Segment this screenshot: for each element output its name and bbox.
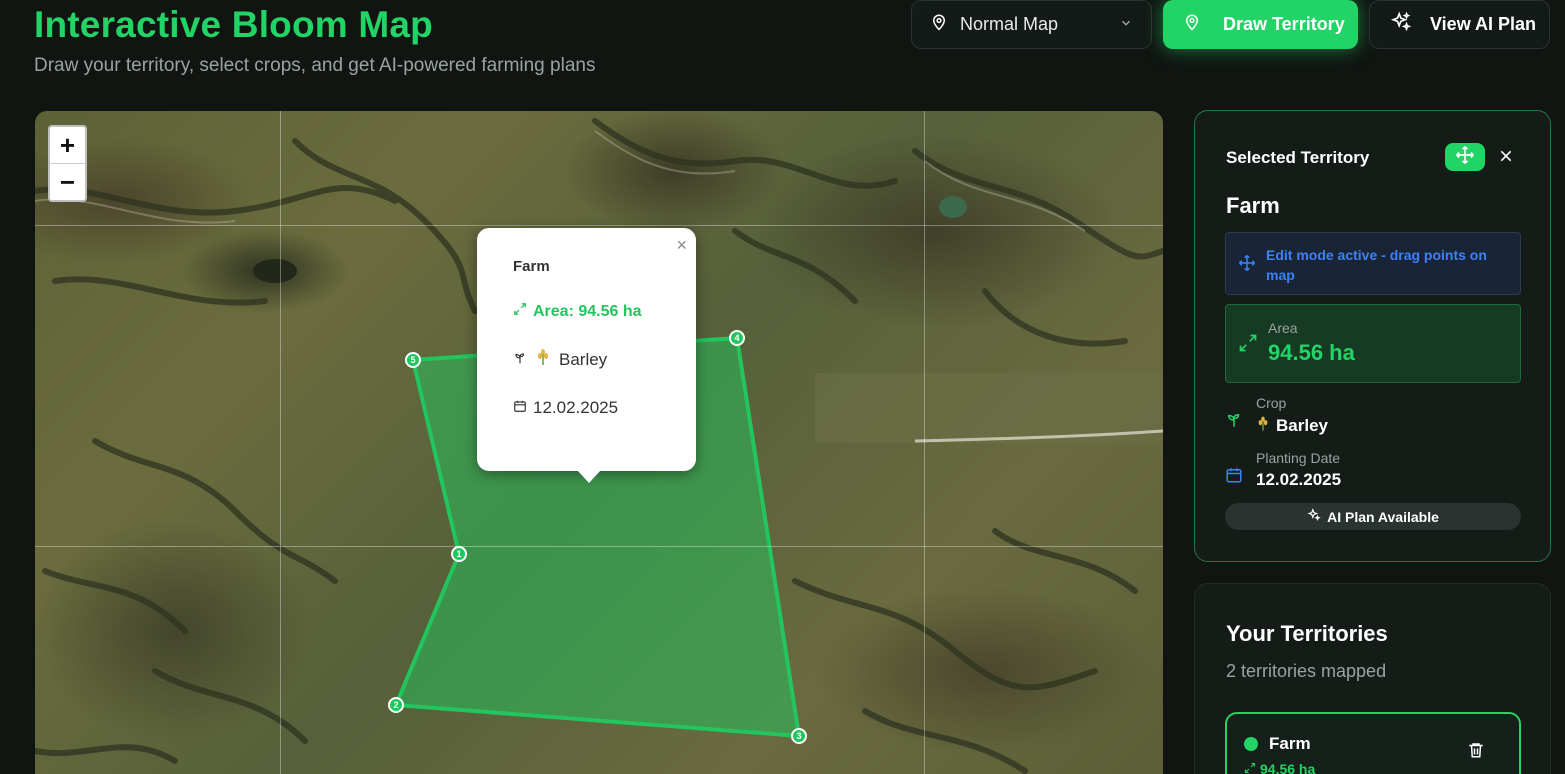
territory-popup: × Farm Area: 94.56 ha Barley 12.02.2025 — [477, 228, 696, 483]
move-icon — [1238, 254, 1256, 277]
popup-date: 12.02.2025 — [513, 398, 618, 418]
ai-plan-badge[interactable]: AI Plan Available — [1225, 503, 1521, 530]
territories-heading: Your Territories — [1226, 621, 1388, 646]
move-edit-button[interactable] — [1445, 143, 1485, 171]
map-canvas[interactable]: + − 1 2 3 4 5 × Farm Area: 94.56 ha Barl… — [35, 111, 1163, 774]
popup-territory-name: Farm — [513, 258, 550, 275]
polygon-vertex[interactable]: 5 — [405, 352, 421, 368]
polygon-vertex[interactable]: 1 — [451, 546, 467, 562]
page-title: Interactive Bloom Map — [34, 4, 433, 45]
edit-mode-text: Edit mode active - drag points on map — [1266, 247, 1487, 283]
polygon-vertex[interactable]: 2 — [388, 697, 404, 713]
map-pin-icon — [930, 12, 948, 37]
chevron-down-icon — [1119, 14, 1133, 35]
selected-territory-heading: Selected Territory — [1226, 148, 1370, 167]
map-gridline — [35, 546, 1163, 547]
area-value: 94.56 ha — [1268, 340, 1355, 365]
planting-date-info: Planting Date 12.02.2025 — [1225, 450, 1521, 496]
popup-crop-text: Barley — [559, 349, 608, 369]
sparkles-icon — [1307, 508, 1321, 525]
view-ai-plan-button[interactable]: View AI Plan — [1369, 0, 1550, 49]
calendar-icon — [1225, 466, 1243, 489]
territory-card[interactable]: Farm 94.56 ha — [1225, 712, 1521, 774]
map-gridline — [280, 111, 281, 774]
popup-area: Area: 94.56 ha — [513, 302, 642, 321]
view-ai-plan-label: View AI Plan — [1430, 14, 1537, 34]
area-label: Area — [1268, 320, 1298, 336]
territory-card-area: 94.56 ha — [1244, 761, 1315, 774]
move-icon — [1455, 145, 1475, 170]
map-gridline — [924, 111, 925, 774]
popup-crop: Barley — [513, 348, 607, 371]
barley-icon — [1256, 415, 1270, 437]
expand-icon — [1238, 333, 1258, 358]
map-type-label: Normal Map — [960, 14, 1059, 34]
popup-date-text: 12.02.2025 — [533, 398, 619, 417]
selected-territory-name: Farm — [1226, 193, 1280, 218]
polygon-vertex[interactable]: 4 — [729, 330, 745, 346]
area-card: Area 94.56 ha — [1225, 304, 1521, 383]
expand-icon — [513, 302, 527, 321]
map-type-select[interactable]: Normal Map — [911, 0, 1152, 49]
popup-area-text: Area: 94.56 ha — [533, 302, 642, 320]
expand-icon — [1244, 761, 1256, 774]
crop-label: Crop — [1256, 395, 1287, 411]
zoom-in-button[interactable]: + — [50, 127, 85, 164]
calendar-icon — [513, 398, 527, 418]
barley-icon — [535, 348, 551, 371]
edit-mode-notice: Edit mode active - drag points on map — [1225, 232, 1521, 295]
sprout-icon — [1225, 411, 1243, 434]
trash-icon[interactable] — [1467, 740, 1485, 765]
zoom-control: + − — [48, 125, 87, 202]
planting-date-value: 12.02.2025 — [1256, 470, 1342, 489]
sparkles-icon — [1390, 11, 1412, 38]
crop-value: Barley — [1256, 415, 1328, 437]
territories-count: 2 territories mapped — [1226, 661, 1387, 681]
crop-value-text: Barley — [1276, 416, 1328, 435]
map-pin-icon — [1183, 12, 1201, 37]
your-territories-panel: Your Territories 2 territories mapped Fa… — [1194, 583, 1551, 774]
popup-close-button[interactable]: × — [676, 235, 687, 256]
polygon-vertex[interactable]: 3 — [791, 728, 807, 744]
sprout-icon — [513, 350, 527, 370]
map-gridline — [35, 225, 1163, 226]
status-dot — [1244, 737, 1258, 751]
ai-plan-text: AI Plan Available — [1327, 508, 1439, 525]
close-icon[interactable] — [1495, 144, 1517, 168]
territory-card-area-text: 94.56 ha — [1260, 761, 1316, 774]
draw-territory-label: Draw Territory — [1223, 14, 1345, 34]
selected-territory-panel: Selected Territory Farm Edit mode active… — [1194, 110, 1551, 562]
territory-card-name: Farm — [1269, 734, 1311, 753]
zoom-out-button[interactable]: − — [50, 164, 85, 201]
crop-info: Crop Barley — [1225, 395, 1521, 441]
draw-territory-button[interactable]: Draw Territory — [1163, 0, 1358, 49]
planting-date-label: Planting Date — [1256, 450, 1341, 466]
page-subtitle: Draw your territory, select crops, and g… — [34, 55, 596, 76]
